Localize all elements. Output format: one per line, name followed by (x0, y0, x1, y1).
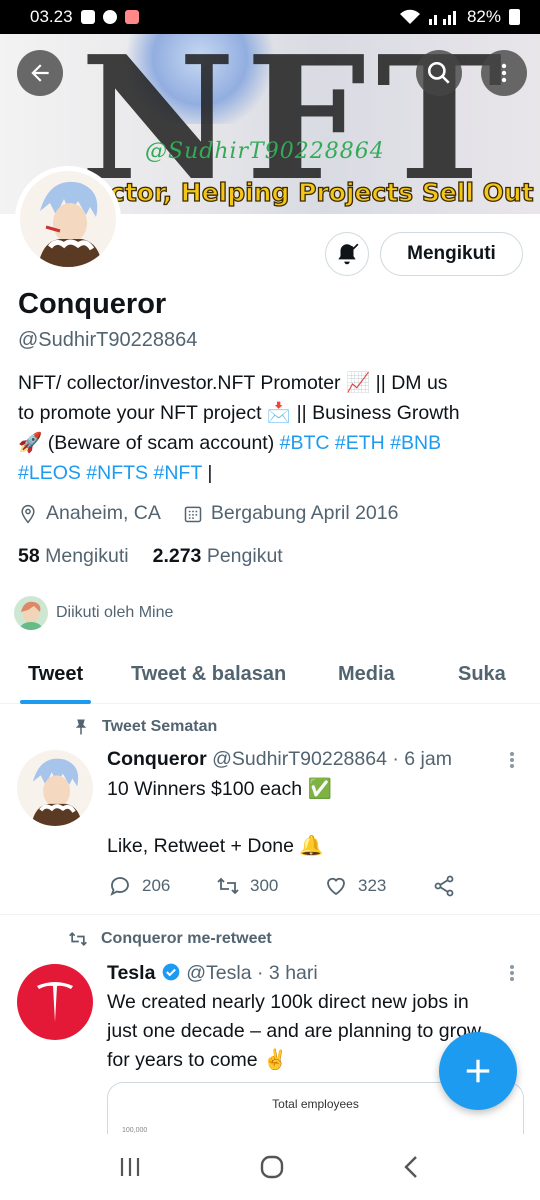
profile-name: Conqueror (18, 288, 167, 320)
more-options-button[interactable] (481, 50, 527, 96)
home-icon[interactable] (259, 1154, 285, 1180)
bio-line: NFT/ collector/investor.NFT Promoter 📈 |… (18, 372, 448, 394)
profile-bio: NFT/ collector/investor.NFT Promoter 📈 |… (18, 368, 518, 488)
tweet-author[interactable]: Tesla (107, 962, 155, 984)
followers-stat[interactable]: 2.273 Pengikut (153, 545, 283, 568)
tweet-header: Tesla @Tesla · 3 hari (107, 962, 318, 985)
bio-line: 🚀 (Beware of scam account) (18, 432, 275, 454)
tweet-time: · 3 hari (257, 962, 318, 984)
back-icon[interactable] (402, 1155, 422, 1179)
hashtag-link[interactable]: #BNB (390, 432, 441, 454)
banner-signature: @SudhirT90228864 (145, 139, 385, 164)
gallery-icon (80, 10, 95, 24)
reply-count: 206 (142, 876, 171, 895)
compose-tweet-button[interactable] (439, 1032, 517, 1110)
profile-meta: Anaheim, CA Bergabung April 2016 (18, 502, 420, 525)
hashtag-link[interactable]: #NFT (153, 462, 201, 484)
retweet-count: 300 (250, 876, 279, 895)
following-stat[interactable]: 58 Mengikuti (18, 545, 129, 568)
tweet-context: Conqueror me-retweet (67, 929, 272, 949)
reply-icon (110, 877, 129, 896)
app-notification-icon (124, 10, 139, 24)
tweet-text: 10 Winners $100 each ✅ Like, Retweet + D… (107, 775, 527, 861)
search-button[interactable] (416, 50, 462, 96)
hashtag-link[interactable]: #ETH (335, 432, 385, 454)
like-button[interactable]: 323 (324, 874, 432, 898)
tab-media[interactable]: Media (338, 644, 395, 704)
share-button[interactable] (432, 874, 540, 898)
tweet-more-button[interactable] (510, 752, 514, 768)
context-label: Tweet Sematan (102, 718, 218, 735)
tweet-handle: @Tesla (186, 962, 252, 984)
tab-tweets[interactable]: Tweet (19, 644, 92, 704)
following-button[interactable]: Mengikuti (380, 232, 523, 276)
share-icon (434, 875, 454, 897)
status-bar: 03.23 82% (0, 0, 540, 34)
profile-handle: @SudhirT90228864 (18, 329, 198, 351)
followers-label: Pengikut (206, 545, 283, 567)
pin-icon (75, 719, 87, 735)
tweet-context: Tweet Sematan (72, 718, 217, 736)
hashtag-link[interactable]: #LEOS (18, 462, 81, 484)
context-label: Conqueror me-retweet (101, 930, 272, 947)
tweet-avatar[interactable] (17, 750, 93, 826)
profile-joined: Bergabung April 2016 (210, 502, 399, 524)
signal-icon (428, 11, 456, 25)
more-vertical-icon (501, 63, 507, 83)
tweet-author[interactable]: Conqueror (107, 748, 207, 770)
avatar-illustration (38, 181, 102, 267)
tweet-divider (0, 914, 540, 915)
followed-by-text: Diikuti oleh Mine (56, 604, 174, 621)
tweet-header: Conqueror @SudhirT90228864 · 6 jam (107, 748, 452, 771)
hashtag-link[interactable]: #NFTS (86, 462, 148, 484)
tweet-time: · 6 jam (392, 748, 452, 770)
tab-likes[interactable]: Suka (458, 644, 506, 704)
profile-tabs: Tweet Tweet & balasan Media Suka (0, 644, 540, 704)
tweet-line: 10 Winners $100 each ✅ (107, 778, 332, 800)
hashtag-link[interactable]: #BTC (280, 432, 330, 454)
wifi-icon (399, 9, 420, 24)
tab-tweets-replies[interactable]: Tweet & balasan (131, 644, 286, 704)
tweet-avatar[interactable] (17, 964, 93, 1040)
recent-apps-icon[interactable] (118, 1156, 142, 1178)
bell-check-icon (338, 243, 359, 265)
profile-avatar[interactable] (15, 166, 121, 272)
reply-button[interactable]: 206 (108, 874, 216, 898)
system-navigation-bar (0, 1134, 540, 1200)
tesla-logo-icon (37, 982, 73, 1022)
arrow-left-icon (31, 64, 49, 82)
followers-count: 2.273 (152, 545, 202, 567)
chrome-icon (102, 10, 117, 24)
retweet-button[interactable]: 300 (216, 874, 324, 898)
retweet-icon (217, 877, 239, 895)
verified-badge-icon (162, 963, 180, 981)
status-time: 03.23 (30, 7, 73, 26)
calendar-icon (184, 506, 202, 522)
retweet-icon (69, 931, 87, 947)
bio-suffix: | (207, 462, 213, 484)
battery-percent: 82% (466, 7, 501, 26)
profile-location: Anaheim, CA (46, 502, 161, 524)
notifications-button[interactable] (325, 232, 369, 276)
battery-icon (509, 9, 520, 25)
bio-line: to promote your NFT project 📩 || Busines… (18, 402, 460, 424)
heart-icon (327, 877, 345, 896)
search-icon (427, 61, 450, 84)
tweet-line: Like, Retweet + Done 🔔 (107, 835, 324, 857)
profile-stats: 58 Mengikuti 2.273 Pengikut (18, 545, 283, 568)
followed-by[interactable]: Diikuti oleh Mine (14, 596, 173, 630)
back-button[interactable] (17, 50, 63, 96)
banner-tagline: ctor, Helping Projects Sell Out (109, 177, 534, 207)
tweet-actions: 206 300 323 (108, 874, 540, 898)
tweet-handle: @SudhirT90228864 (212, 748, 387, 770)
following-count: 58 (18, 545, 40, 567)
following-label: Mengikuti (45, 545, 129, 567)
card-tick-label: 100,000 (122, 1127, 148, 1134)
follower-avatar (14, 596, 48, 630)
location-icon (21, 504, 35, 523)
plus-icon (466, 1059, 490, 1083)
like-count: 323 (358, 876, 387, 895)
tweet-line: We created nearly 100k direct new jobs i… (107, 991, 469, 1013)
tweet-more-button[interactable] (510, 965, 514, 981)
